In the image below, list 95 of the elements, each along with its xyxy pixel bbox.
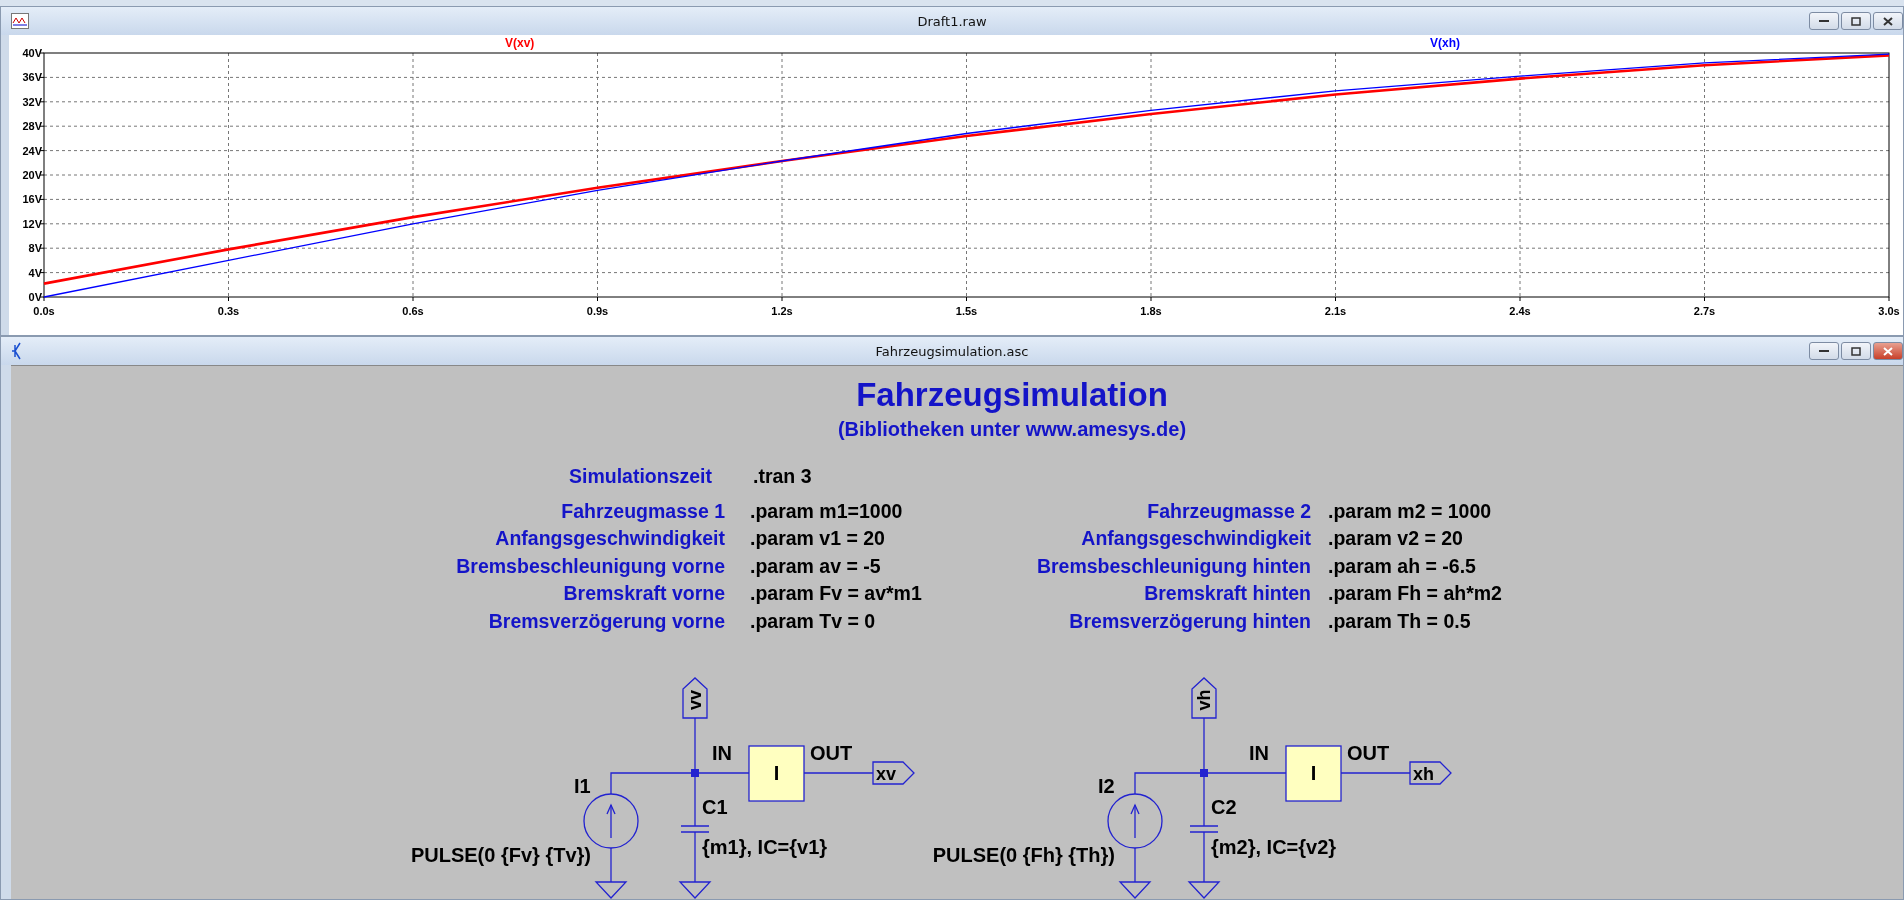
component-value: PULSE(0 {Fv} {Tv}) bbox=[410, 844, 591, 866]
y-tick-label: 12V bbox=[22, 217, 42, 230]
wire bbox=[610, 847, 612, 883]
pin-label: IN bbox=[1249, 742, 1269, 764]
parameter-label: Bremsbeschleunigung hinten bbox=[1035, 553, 1311, 579]
x-tick-label: 2.7s bbox=[1693, 305, 1716, 317]
current-source bbox=[1107, 793, 1163, 849]
pin-label: OUT bbox=[810, 742, 853, 764]
parameter-label: Anfangsgeschwindigkeit bbox=[494, 526, 725, 551]
spice-directive: .param ah = -6.5 bbox=[1328, 553, 1477, 579]
wire bbox=[803, 772, 874, 774]
component-value: {m2}, IC={v2} bbox=[1211, 836, 1337, 858]
pin-label: OUT bbox=[1347, 742, 1390, 764]
parameter-label: Fahrzeugmasse 2 bbox=[1146, 498, 1311, 524]
minimize-icon bbox=[1819, 349, 1829, 353]
window-title: Draft1.raw bbox=[917, 13, 987, 29]
x-tick-label: 1.2s bbox=[771, 305, 793, 317]
integrator-block: I bbox=[1285, 745, 1342, 802]
wire bbox=[694, 831, 696, 883]
ground-symbol bbox=[678, 881, 712, 899]
spice-directive: .param av = -5 bbox=[750, 553, 882, 579]
ground-symbol bbox=[1187, 881, 1221, 899]
spice-directive: .param Th = 0.5 bbox=[1328, 608, 1472, 634]
x-tick-label: 0.0s bbox=[33, 305, 55, 317]
ground-symbol bbox=[594, 881, 628, 899]
parameter-label: Bremsverzögerung vorne bbox=[487, 608, 725, 634]
maximize-button[interactable] bbox=[1841, 342, 1871, 360]
parameter-label: Bremsverzögerung hinten bbox=[1068, 608, 1311, 634]
spice-directive: .param m1=1000 bbox=[750, 498, 904, 524]
component-name: I2 bbox=[1098, 775, 1115, 797]
wire bbox=[1134, 847, 1136, 883]
parameter-label: Anfangsgeschwindigkeit bbox=[1080, 526, 1311, 551]
wire bbox=[1203, 831, 1205, 883]
y-tick-label: 24V bbox=[22, 144, 42, 157]
x-tick-label: 1.5s bbox=[955, 305, 978, 317]
component-name: C2 bbox=[1211, 796, 1237, 818]
maximize-icon bbox=[1851, 16, 1861, 26]
pin-label: IN bbox=[712, 742, 732, 764]
spice-directive: .param Tv = 0 bbox=[750, 608, 877, 634]
spice-directive: .param Fv = av*m1 bbox=[750, 581, 923, 606]
current-source bbox=[583, 793, 639, 849]
parameter-label: Bremsbeschleunigung vorne bbox=[455, 553, 725, 579]
x-tick-label: 3.0s bbox=[1878, 305, 1900, 317]
x-tick-label: 1.8s bbox=[1140, 305, 1162, 317]
component-name: C1 bbox=[702, 796, 728, 818]
parameter-label: Bremskraft hinten bbox=[1143, 581, 1311, 606]
spice-directive: .param m2 = 1000 bbox=[1328, 498, 1493, 524]
component-value: PULSE(0 {Fh} {Th}) bbox=[932, 844, 1115, 866]
close-icon bbox=[1883, 346, 1893, 356]
x-tick-label: 0.6s bbox=[402, 305, 424, 317]
capacitor bbox=[680, 825, 710, 833]
maximize-button[interactable] bbox=[1841, 12, 1871, 30]
y-tick-label: 40V bbox=[22, 47, 42, 59]
y-tick-label: 32V bbox=[22, 95, 42, 108]
ground-symbol bbox=[1118, 881, 1152, 899]
parameter-label: Simulationszeit bbox=[567, 464, 712, 489]
maximize-icon bbox=[1851, 346, 1861, 356]
schematic-heading: Fahrzeugsimulation bbox=[856, 375, 1168, 415]
output-net-flag: xh bbox=[1409, 761, 1452, 785]
spice-directive: .param v1 = 20 bbox=[750, 526, 886, 551]
component-name: I1 bbox=[574, 775, 591, 797]
y-tick-label: 20V bbox=[22, 169, 42, 181]
y-tick-label: 8V bbox=[28, 242, 42, 255]
x-tick-label: 2.1s bbox=[1324, 305, 1347, 317]
minimize-icon bbox=[1819, 19, 1829, 23]
output-net-flag: xv bbox=[872, 761, 915, 785]
close-button[interactable] bbox=[1873, 342, 1903, 360]
y-tick-label: 4V bbox=[28, 266, 42, 279]
input-net-flag: vv bbox=[682, 677, 708, 719]
minimize-button[interactable] bbox=[1809, 12, 1839, 30]
y-tick-label: 0V bbox=[28, 291, 42, 303]
spice-directive: .tran 3 bbox=[753, 464, 813, 489]
minimize-button[interactable] bbox=[1809, 342, 1839, 360]
spice-directive: .param Fh = ah*m2 bbox=[1328, 581, 1502, 606]
wire bbox=[1340, 772, 1411, 774]
parameter-label: Bremskraft vorne bbox=[562, 581, 725, 606]
window-title: Fahrzeugsimulation.asc bbox=[875, 343, 1029, 359]
x-tick-label: 0.9s bbox=[586, 305, 609, 317]
parameter-label: Fahrzeugmasse 1 bbox=[560, 498, 725, 524]
trace-legend-label[interactable]: V(xh) bbox=[1430, 36, 1460, 50]
y-tick-label: 28V bbox=[22, 120, 42, 133]
integrator-block: I bbox=[748, 745, 805, 802]
close-icon bbox=[1883, 16, 1893, 26]
spice-directive: .param v2 = 20 bbox=[1328, 526, 1464, 551]
waveform-icon bbox=[11, 13, 29, 29]
schematic-subtitle: (Bibliotheken unter www.amesys.de) bbox=[837, 417, 1187, 441]
trace-legend-label[interactable]: V(xv) bbox=[505, 36, 535, 50]
y-tick-label: 36V bbox=[22, 71, 42, 84]
input-net-flag: vh bbox=[1191, 677, 1217, 719]
close-button[interactable] bbox=[1873, 12, 1903, 30]
x-tick-label: 0.3s bbox=[217, 305, 240, 317]
component-value: {m1}, IC={v1} bbox=[702, 836, 828, 858]
x-tick-label: 2.4s bbox=[1509, 305, 1531, 317]
capacitor bbox=[1189, 825, 1219, 833]
y-tick-label: 16V bbox=[22, 193, 42, 206]
